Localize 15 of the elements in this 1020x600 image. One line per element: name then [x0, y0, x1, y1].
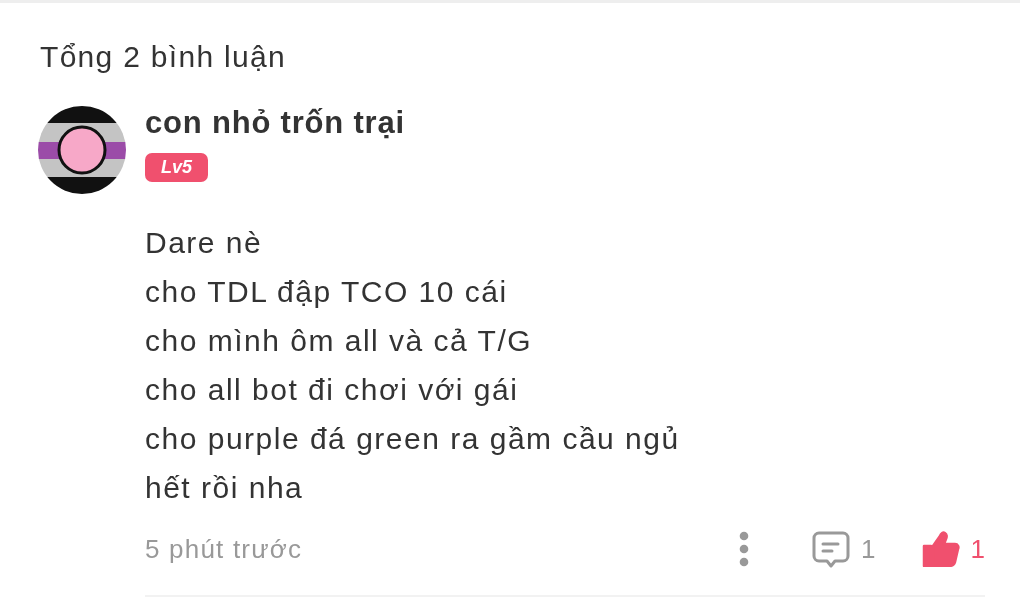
comment-text-line: cho purple đá green ra gầm cầu ngủ	[145, 421, 680, 457]
comment-text-line: hết rồi nha	[145, 470, 304, 506]
reply-button[interactable]: 1	[812, 529, 876, 569]
comment-count-title: Tổng 2 bình luận	[40, 39, 286, 75]
like-button[interactable]: 1	[921, 529, 985, 569]
comment-text-line: cho mình ôm all và cả T/G	[145, 323, 533, 359]
comment-icon	[812, 530, 851, 568]
avatar-icon	[38, 106, 126, 194]
timestamp: 5 phút trước	[145, 533, 303, 566]
comment-text-line: Dare nè	[145, 225, 263, 261]
more-options-icon[interactable]	[739, 531, 750, 567]
level-badge: Lv5	[145, 153, 208, 182]
comment-text-line: cho all bot đi chơi với gái	[145, 372, 519, 408]
username[interactable]: con nhỏ trốn trại	[145, 105, 405, 141]
comment-text-line: cho TDL đập TCO 10 cái	[145, 274, 508, 310]
